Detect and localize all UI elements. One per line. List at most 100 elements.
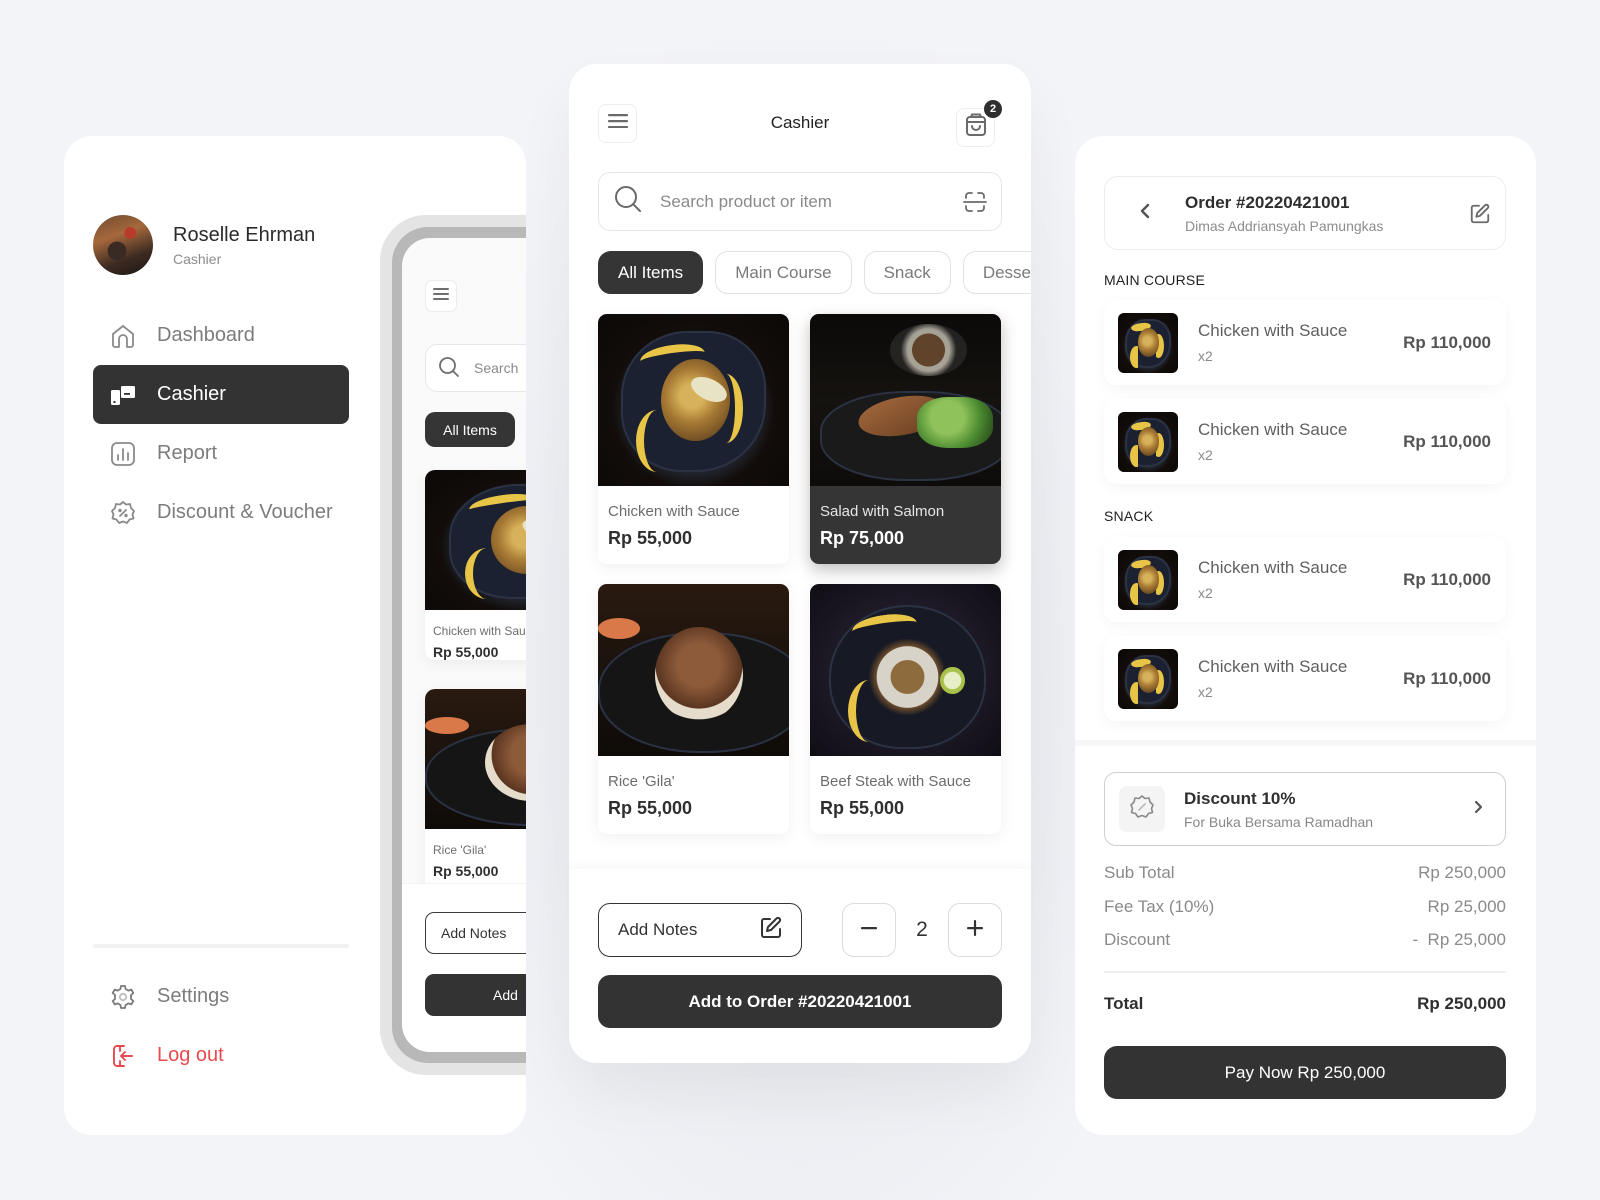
summary-value: Rp 25,000 xyxy=(1427,897,1506,916)
add-to-order-button[interactable]: Add to Order #20220421001 xyxy=(598,975,1002,1028)
barcode-scan-icon[interactable] xyxy=(963,190,987,219)
order-item-price: Rp 110,000 xyxy=(1403,569,1491,589)
mobile-add-button[interactable]: Add xyxy=(425,974,526,1016)
order-item[interactable]: Chicken with Sauce x2 Rp 110,000 xyxy=(1104,537,1506,622)
pay-now-button[interactable]: Pay Now Rp 250,000 xyxy=(1104,1046,1506,1099)
section-label-snack: SNACK xyxy=(1104,508,1154,524)
order-item[interactable]: Chicken with Sauce x2 Rp 110,000 xyxy=(1104,300,1506,385)
product-name: Chicken with Sauce xyxy=(608,503,740,520)
cashier-icon xyxy=(109,381,137,409)
product-price: Rp 55,000 xyxy=(433,863,499,879)
chevron-left-icon xyxy=(1140,203,1150,224)
order-item[interactable]: Chicken with Sauce x2 Rp 110,000 xyxy=(1104,399,1506,484)
mobile-add-notes-button[interactable]: Add Notes xyxy=(425,912,526,954)
product-price: Rp 75,000 xyxy=(820,528,905,548)
user-profile[interactable]: Roselle Ehrman Cashier xyxy=(93,215,315,275)
minus-icon xyxy=(860,919,878,942)
total-value: Rp 250,000 xyxy=(1417,994,1506,1013)
edit-icon xyxy=(759,916,783,945)
product-image xyxy=(425,470,526,610)
sidebar-panel: Roselle Ehrman Cashier Dashboard Cashier… xyxy=(64,136,526,1135)
product-card[interactable]: Rice 'Gila' Rp 55,000 xyxy=(598,584,789,834)
sidebar-item-report[interactable]: Report xyxy=(93,424,349,483)
product-image xyxy=(425,689,526,829)
order-action-bar: Add Notes 2 Add to Order #20220421001 xyxy=(569,869,1031,1063)
summary-value: Rp 250,000 xyxy=(1418,863,1506,882)
mobile-menu-button[interactable] xyxy=(425,280,457,312)
mobile-search-placeholder: Search xyxy=(474,360,519,376)
increase-quantity-button[interactable] xyxy=(948,903,1002,957)
sidebar-item-label: Log out xyxy=(157,1044,224,1066)
summary-divider xyxy=(1104,971,1506,973)
edit-order-icon[interactable] xyxy=(1469,203,1491,230)
product-price: Rp 55,000 xyxy=(433,644,499,660)
home-icon xyxy=(109,322,137,350)
sidebar-divider xyxy=(93,944,349,948)
order-customer: Dimas Addriansyah Pamungkas xyxy=(1185,217,1384,234)
back-button[interactable] xyxy=(1105,203,1185,224)
summary-value: - Rp 25,000 xyxy=(1412,930,1506,949)
sidebar-item-cashier[interactable]: Cashier xyxy=(93,365,349,424)
product-image xyxy=(810,314,1001,486)
product-card-selected[interactable]: Salad with Salmon Rp 75,000 xyxy=(810,314,1001,564)
mobile-bottom-bar: Add Notes Add xyxy=(402,883,526,1052)
hamburger-icon xyxy=(433,287,449,305)
product-card[interactable]: Chicken with Sauce Rp 55,000 xyxy=(598,314,789,564)
sidebar-item-label: Dashboard xyxy=(157,324,255,346)
tab-snack[interactable]: Snack xyxy=(863,251,951,294)
order-title: Order #20220421001 xyxy=(1185,192,1350,212)
sidebar-item-logout[interactable]: Log out xyxy=(93,1026,349,1085)
product-price: Rp 55,000 xyxy=(608,528,693,548)
sidebar-item-dashboard[interactable]: Dashboard xyxy=(93,306,349,365)
discount-title: Discount 10% xyxy=(1184,788,1296,808)
sidebar-item-discount-voucher[interactable]: Discount & Voucher xyxy=(93,483,349,542)
product-image xyxy=(598,584,789,756)
summary-row-total: Total Rp 250,000 xyxy=(1104,994,1506,1014)
user-role: Cashier xyxy=(173,250,222,267)
tab-all-items[interactable]: All Items xyxy=(598,251,704,294)
summary-row-discount: Discount - Rp 25,000 xyxy=(1104,930,1506,950)
sidebar-bottom-nav: Settings Log out xyxy=(93,967,349,1085)
mobile-search-input[interactable]: Search xyxy=(425,344,526,392)
tab-main-course[interactable]: Main Course xyxy=(715,251,852,294)
mobile-product-card[interactable]: Rice 'Gila' Rp 55,000 xyxy=(425,689,526,894)
section-divider xyxy=(1075,740,1536,746)
order-item-thumbnail xyxy=(1118,549,1178,610)
report-chart-icon xyxy=(109,440,137,468)
discount-badge-icon xyxy=(109,499,137,527)
search-input[interactable] xyxy=(660,191,960,212)
chevron-right-icon xyxy=(1474,800,1483,819)
product-name: Beef Steak with Sauce xyxy=(820,773,971,790)
discount-badge-icon xyxy=(1129,794,1155,825)
search-icon xyxy=(614,185,642,218)
order-header: Order #20220421001 Dimas Addriansyah Pam… xyxy=(1104,176,1506,250)
discount-subtitle: For Buka Bersama Ramadhan xyxy=(1184,813,1374,830)
tab-dessert[interactable]: Dessert xyxy=(962,251,1031,294)
search-bar xyxy=(598,172,1002,231)
order-item-price: Rp 110,000 xyxy=(1403,332,1491,352)
order-item-qty: x2 xyxy=(1198,585,1213,601)
product-card[interactable]: Beef Steak with Sauce Rp 55,000 xyxy=(810,584,1001,834)
mobile-product-card[interactable]: Chicken with Sauce Rp 55,000 xyxy=(425,470,526,660)
add-notes-button[interactable]: Add Notes xyxy=(598,903,802,957)
cashier-panel: Cashier 2 All Items Main Course Snack De… xyxy=(569,64,1031,1063)
shopping-bag-icon xyxy=(965,113,987,142)
order-item-thumbnail xyxy=(1118,411,1178,472)
quantity-value: 2 xyxy=(916,918,928,941)
sidebar-item-label: Settings xyxy=(157,985,230,1007)
sidebar-item-label: Cashier xyxy=(157,383,226,405)
sidebar-item-settings[interactable]: Settings xyxy=(93,967,349,1026)
mobile-chip-all-items[interactable]: All Items xyxy=(425,412,515,447)
discount-voucher-selector[interactable]: Discount 10% For Buka Bersama Ramadhan xyxy=(1104,772,1506,846)
order-item-name: Chicken with Sauce xyxy=(1198,657,1348,676)
order-item-name: Chicken with Sauce xyxy=(1198,420,1348,439)
sidebar-nav: Dashboard Cashier Report Discount & Vouc… xyxy=(93,306,349,542)
order-item-thumbnail xyxy=(1118,648,1178,709)
order-item-qty: x2 xyxy=(1198,447,1213,463)
cart-button[interactable]: 2 xyxy=(956,100,1002,147)
order-item-name: Chicken with Sauce xyxy=(1198,321,1348,340)
decrease-quantity-button[interactable] xyxy=(842,903,896,957)
order-item[interactable]: Chicken with Sauce x2 Rp 110,000 xyxy=(1104,636,1506,721)
summary-label: Fee Tax (10%) xyxy=(1104,897,1215,916)
logout-icon xyxy=(109,1042,137,1070)
